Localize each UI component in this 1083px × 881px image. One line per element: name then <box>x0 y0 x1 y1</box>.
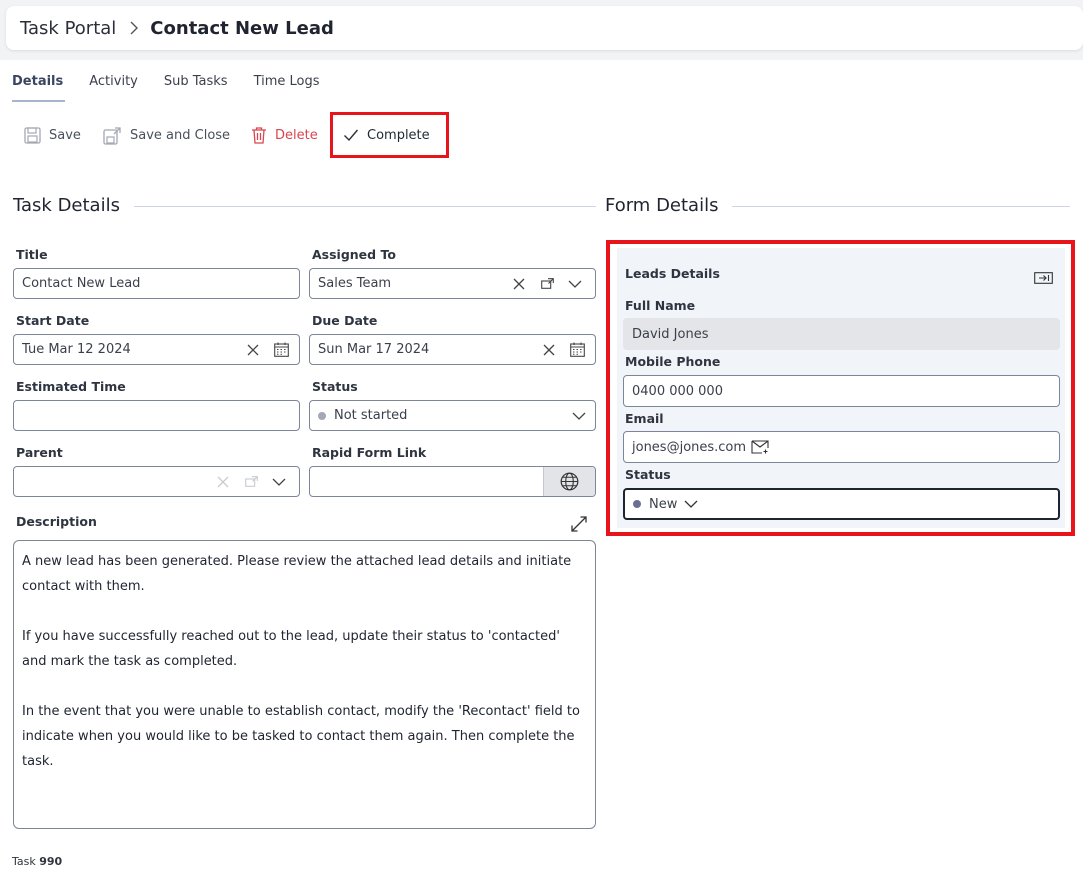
delete-button[interactable]: Delete <box>251 115 318 155</box>
estimated-time-label: Estimated Time <box>16 379 126 394</box>
task-details-heading: Task Details <box>13 195 132 216</box>
complete-label: Complete <box>367 127 430 143</box>
description-textarea[interactable]: A new lead has been generated. Please re… <box>13 540 596 829</box>
lead-status-label: Status <box>625 467 671 482</box>
parent-select[interactable] <box>13 466 300 497</box>
collapse-panel-icon[interactable] <box>1029 264 1057 292</box>
tab-activity[interactable]: Activity <box>89 74 138 102</box>
page-title: Contact New Lead <box>150 17 334 39</box>
title-input[interactable]: Contact New Lead <box>13 268 300 299</box>
lead-status-value: New <box>649 496 678 512</box>
parent-label: Parent <box>16 445 63 460</box>
tab-details[interactable]: Details <box>12 74 66 102</box>
mail-icon[interactable] <box>746 433 774 461</box>
email-label: Email <box>625 411 664 426</box>
lead-status-select[interactable]: New <box>623 488 1060 520</box>
email-input[interactable]: jones@jones.com <box>623 431 1060 463</box>
clear-icon <box>209 468 237 496</box>
description-paragraph: In the event that you were unable to est… <box>22 704 580 769</box>
save-label: Save <box>49 127 81 143</box>
save-close-icon <box>103 126 121 145</box>
leads-details-panel: Leads Details Full Name David Jones Mobi… <box>617 248 1065 528</box>
tab-sub-tasks[interactable]: Sub Tasks <box>164 74 228 102</box>
chevron-down-icon[interactable] <box>265 468 293 496</box>
estimated-time-input[interactable] <box>13 400 300 431</box>
status-dot-icon <box>318 411 326 420</box>
breadcrumb-root[interactable]: Task Portal <box>20 18 116 39</box>
toolbar: Save Save and Close Delete Complete <box>0 112 1083 158</box>
leads-details-title: Leads Details <box>625 266 720 281</box>
mobile-phone-value: 0400 000 000 <box>632 383 723 399</box>
assigned-to-value: Sales Team <box>318 276 392 291</box>
trash-icon <box>252 127 266 144</box>
checkmark-icon <box>344 129 359 142</box>
assigned-to-select[interactable]: Sales Team <box>309 268 596 299</box>
clear-icon[interactable] <box>505 270 533 298</box>
full-name-field: David Jones <box>623 318 1060 350</box>
task-number-value: 990 <box>39 855 63 868</box>
delete-label: Delete <box>275 127 318 143</box>
status-label: Status <box>312 379 358 394</box>
rapid-form-link-label: Rapid Form Link <box>312 445 427 460</box>
save-button[interactable]: Save <box>24 115 81 155</box>
tab-bar: Details Activity Sub Tasks Time Logs <box>12 74 346 102</box>
start-date-value: Tue Mar 12 2024 <box>22 342 131 357</box>
rapid-form-link-input[interactable] <box>309 466 596 497</box>
globe-icon[interactable] <box>543 467 595 496</box>
description-paragraph: A new lead has been generated. Please re… <box>22 554 572 594</box>
mobile-phone-input[interactable]: 0400 000 000 <box>623 375 1060 407</box>
form-details-divider <box>732 206 1070 207</box>
task-number-prefix: Task <box>12 855 36 868</box>
due-date-value: Sun Mar 17 2024 <box>318 342 430 357</box>
description-label: Description <box>16 514 97 529</box>
full-name-value: David Jones <box>632 326 709 342</box>
calendar-icon[interactable] <box>563 336 591 364</box>
tab-time-logs[interactable]: Time Logs <box>254 74 320 102</box>
leads-form-box: Leads Details Full Name David Jones Mobi… <box>606 240 1075 536</box>
save-icon <box>24 126 41 144</box>
start-date-input[interactable]: Tue Mar 12 2024 <box>13 334 300 365</box>
due-date-label: Due Date <box>312 313 378 328</box>
task-details-divider <box>134 206 596 207</box>
complete-button[interactable]: Complete <box>330 112 449 158</box>
clear-icon[interactable] <box>239 336 267 364</box>
mobile-phone-label: Mobile Phone <box>625 354 721 369</box>
start-date-label: Start Date <box>16 313 90 328</box>
save-and-close-button[interactable]: Save and Close <box>103 115 230 155</box>
assigned-to-label: Assigned To <box>312 247 396 262</box>
due-date-input[interactable]: Sun Mar 17 2024 <box>309 334 596 365</box>
main-panel: Details Activity Sub Tasks Time Logs Sav… <box>0 60 1083 881</box>
clear-icon[interactable] <box>535 336 563 364</box>
page-header: Task Portal Contact New Lead <box>6 6 1083 50</box>
full-name-label: Full Name <box>625 298 696 313</box>
save-and-close-label: Save and Close <box>130 127 231 143</box>
expand-icon[interactable] <box>565 510 593 538</box>
email-value: jones@jones.com <box>632 439 747 455</box>
chevron-down-icon[interactable] <box>565 402 593 430</box>
status-dot-icon <box>633 500 641 508</box>
description-paragraph: If you have successfully reached out to … <box>22 629 560 669</box>
status-select[interactable]: Not started <box>309 400 596 431</box>
chevron-down-icon[interactable] <box>561 270 589 298</box>
title-label: Title <box>16 247 48 262</box>
calendar-icon[interactable] <box>267 336 295 364</box>
open-link-icon <box>237 468 265 496</box>
title-value: Contact New Lead <box>22 276 141 291</box>
form-details-heading: Form Details <box>605 195 731 216</box>
chevron-right-icon <box>124 18 144 38</box>
chevron-down-icon[interactable] <box>677 490 705 518</box>
open-link-icon[interactable] <box>533 270 561 298</box>
task-number: Task 990 <box>12 855 62 868</box>
status-value: Not started <box>334 408 408 423</box>
